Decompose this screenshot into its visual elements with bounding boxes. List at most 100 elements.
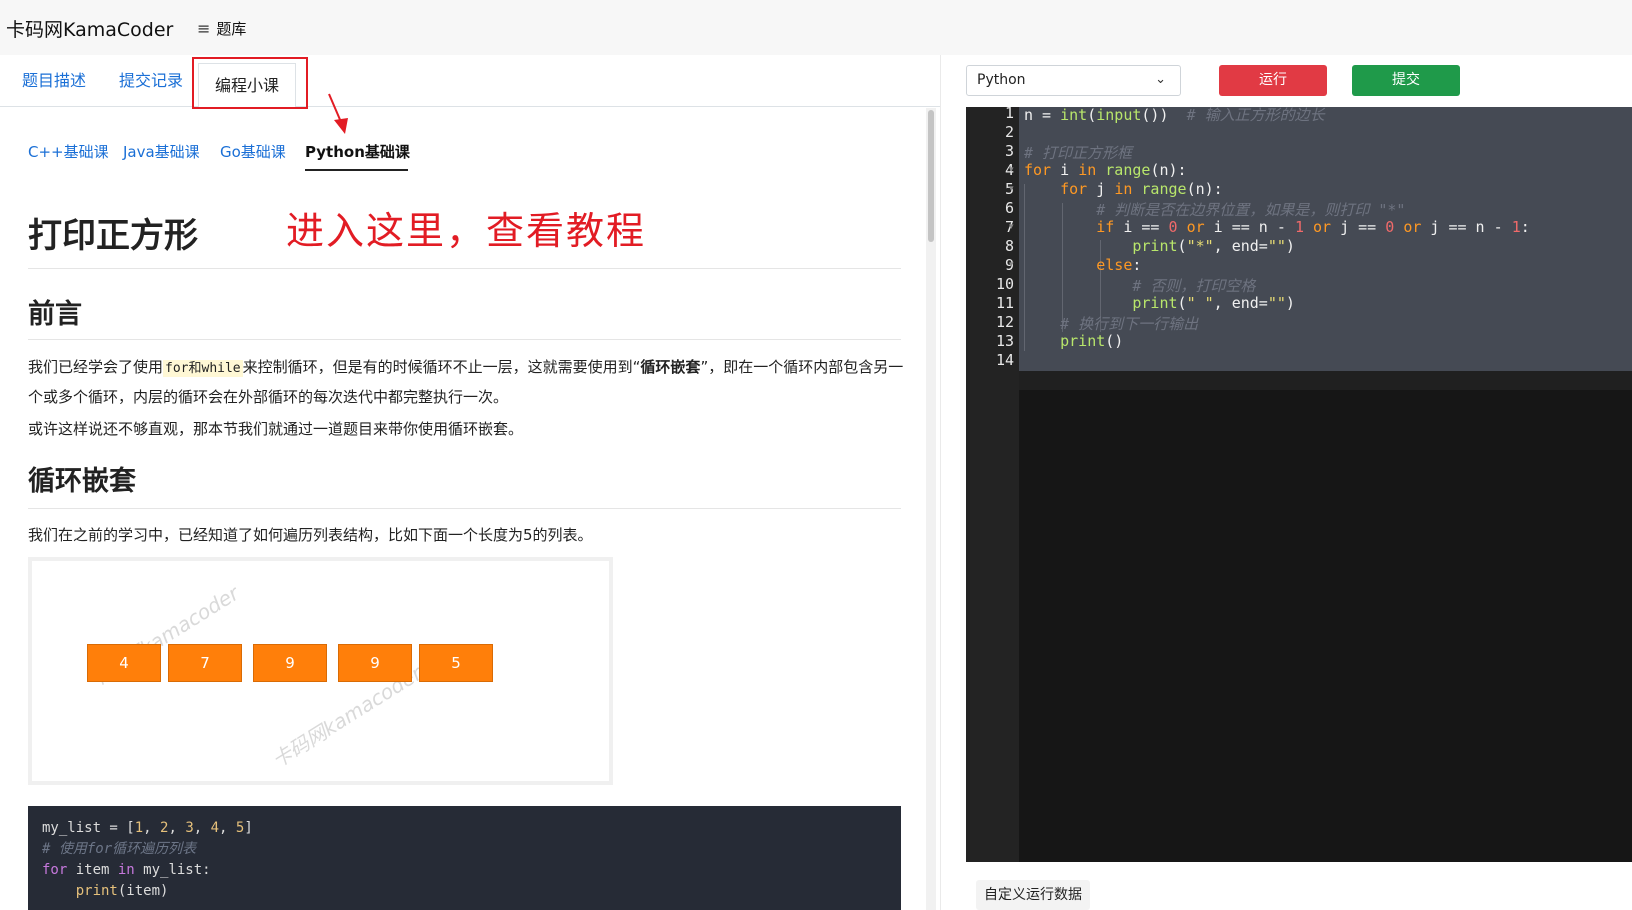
submit-button[interactable]: 提交	[1352, 65, 1460, 96]
code-line: print("*", end="")	[1132, 237, 1295, 255]
list-cell: 5	[419, 644, 493, 682]
code-line: for item in my_list:	[42, 860, 887, 881]
custom-run-data-button[interactable]: 自定义运行数据	[976, 880, 1090, 910]
line-number: 2	[1004, 123, 1014, 141]
code-line: # 判断是否在边界位置，如果是，则打印 "*"	[1024, 199, 1405, 220]
fold-arrow-icon[interactable]: ▾	[1009, 260, 1014, 270]
line-number: 4	[1004, 161, 1014, 179]
article-title: 打印正方形	[28, 216, 198, 256]
chevron-down-icon: ⌄	[1155, 72, 1166, 87]
code-line: # 换行到下一行输出	[1024, 313, 1198, 334]
code-token: 4	[210, 820, 220, 836]
active-line	[1019, 371, 1632, 390]
code-line: # 使用for循环遍历列表	[42, 841, 197, 857]
code-string: ""	[1267, 237, 1286, 255]
intro-paragraph: 我们已经学会了使用 for和while 来控制循环，但是有的时候循环不止一层，这就需…	[28, 353, 908, 411]
line-number: 14	[995, 351, 1014, 369]
line-number: 6	[1004, 199, 1014, 217]
article-scroll-thumb[interactable]	[928, 110, 934, 242]
fold-arrow-icon[interactable]: ▾	[1009, 165, 1014, 175]
code-token: 5	[235, 820, 245, 836]
code-token: item	[67, 862, 118, 878]
example-code-block: my_list = [1, 2, 3, 4, 5] # 使用for循环遍历列表 …	[28, 806, 901, 910]
tab-description[interactable]: 题目描述	[22, 55, 86, 107]
text: 我们已经学会了使用	[28, 358, 164, 376]
code-string: " "	[1186, 294, 1214, 312]
loop-paragraph: 我们在之前的学习中，已经知道了如何遍历列表结构，比如下面一个长度为5的列表。	[28, 526, 593, 544]
inline-code: for和while	[163, 360, 243, 377]
code-line: # 打印正方形框	[1024, 142, 1132, 163]
line-number: 12	[995, 313, 1014, 331]
code-line: print(" ", end="")	[1132, 294, 1295, 312]
text: 来控制循环，但是有的时候循环不止一层，这就需要使用到“	[242, 358, 641, 376]
strong-text: 循环嵌套	[640, 358, 701, 376]
list-cell: 7	[168, 644, 242, 682]
fold-arrow-icon[interactable]: ▾	[1009, 184, 1014, 194]
run-button[interactable]: 运行	[1219, 65, 1327, 96]
code-comment: # 判断是否在边界位置，如果是，则打印 "*"	[1096, 201, 1406, 219]
code-token: 1	[134, 820, 144, 836]
code-line: else:	[1096, 256, 1142, 274]
divider	[28, 268, 901, 269]
subtab-active-indicator	[305, 169, 408, 171]
code-line: for j in range(n):	[1060, 180, 1223, 198]
subtab-go[interactable]: Go基础课	[220, 141, 286, 162]
code-comment: # 输入正方形的边长	[1186, 106, 1325, 124]
line-number: 13	[995, 332, 1014, 350]
line-number: 1	[1004, 104, 1014, 122]
subtab-cpp[interactable]: C++基础课	[28, 141, 109, 162]
subtab-java[interactable]: Java基础课	[123, 141, 200, 162]
code-token: for	[42, 862, 68, 878]
code-token: in	[117, 862, 135, 878]
brand-logo[interactable]: 卡码网KamaCoder	[6, 15, 173, 42]
intro-paragraph-2: 或许这样说还不够直观，那本节我们就通过一道题目来带你使用循环嵌套。	[28, 420, 524, 438]
code-token: my_list = [	[42, 820, 135, 836]
line-number: 10	[995, 275, 1014, 293]
language-select[interactable]: Python ⌄	[966, 65, 1181, 96]
fold-arrow-icon[interactable]: ▾	[1009, 222, 1014, 232]
code-token: (item)	[117, 883, 169, 899]
annotation-highlight-box	[192, 57, 308, 109]
line-number: 3	[1004, 142, 1014, 160]
top-navbar: 卡码网KamaCoder ≡ 题库	[0, 0, 1632, 55]
code-comment: # 换行到下一行输出	[1060, 315, 1199, 333]
list-diagram: 卡码网kamacoder 卡码网kamacoder 4 7 9 9 5	[28, 557, 613, 785]
code-token: 3	[185, 820, 194, 836]
panel-divider[interactable]	[940, 55, 941, 910]
divider	[28, 339, 901, 340]
code-string: "*"	[1186, 237, 1214, 255]
code-comment: # 否则，打印空格	[1132, 277, 1256, 295]
loop-heading: 循环嵌套	[28, 466, 136, 497]
code-comment: # 打印正方形框	[1024, 144, 1133, 162]
line-number: 8	[1004, 237, 1014, 255]
line-number: 11	[995, 294, 1014, 312]
code-line: my_list = [1, 2, 3, 4, 5]	[42, 820, 253, 836]
code-token: print	[75, 883, 118, 899]
menu-icon: ≡	[197, 19, 211, 38]
language-select-value: Python	[977, 72, 1026, 88]
intro-heading: 前言	[28, 299, 82, 330]
code-line: for i in range(n):	[1024, 161, 1187, 179]
nav-problem-bank[interactable]: ≡ 题库	[197, 18, 246, 39]
code-token: my_list:	[134, 862, 211, 878]
line-number: 5	[1004, 180, 1014, 198]
nav-problem-bank-label: 题库	[216, 20, 247, 38]
code-token: 2	[160, 820, 169, 836]
tab-records[interactable]: 提交记录	[119, 55, 183, 107]
subtab-python[interactable]: Python基础课	[305, 141, 410, 162]
line-number: 7	[1004, 218, 1014, 236]
code-string: ""	[1267, 294, 1286, 312]
code-line: # 否则，打印空格	[1024, 275, 1255, 296]
list-cell: 9	[253, 644, 327, 682]
line-number: 9	[1004, 256, 1014, 274]
code-line: print(item)	[42, 881, 887, 902]
code-line: print()	[1060, 332, 1124, 350]
problem-tabs: 题目描述 提交记录 编程小课	[0, 55, 940, 107]
divider	[28, 508, 901, 509]
code-line: n = int(input()) # 输入正方形的边长	[1024, 106, 1325, 124]
annotation-arrow-icon	[328, 93, 348, 134]
code-line: if i == 0 or i == n - 1 or j == 0 or j =…	[1096, 218, 1530, 236]
code-editor[interactable]: 1 2 3 4 5 6 7 8 9 10 11 12 13 14 ▾ ▾ ▾ ▾…	[966, 104, 1632, 862]
list-cell: 4	[87, 644, 161, 682]
list-cell: 9	[338, 644, 412, 682]
